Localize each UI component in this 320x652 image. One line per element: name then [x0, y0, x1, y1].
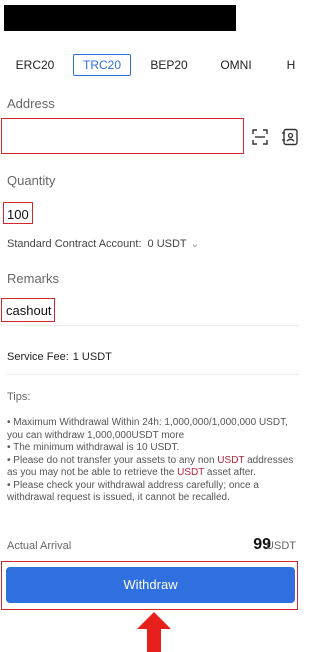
tips-list: • Maximum Withdrawal Within 24h: 1,000,0… [7, 417, 303, 505]
address-highlight [1, 118, 244, 154]
quantity-input[interactable]: 100 [7, 207, 29, 222]
tip-line: • Please check your withdrawal address c… [7, 479, 259, 504]
fee-label: Service Fee: [7, 351, 69, 363]
scan-icon[interactable] [251, 128, 269, 146]
address-input-redacted[interactable] [4, 5, 236, 31]
account-selector[interactable]: Standard Contract Account: 0 USDT ⌄ [7, 238, 199, 250]
tab-erc20[interactable]: ERC20 [12, 54, 58, 76]
tip-line: • Please do not transfer your assets to … [7, 455, 303, 480]
tip-text: asset after. [204, 467, 256, 478]
service-fee: Service Fee: 1 USDT [7, 351, 112, 363]
fee-value: 1 USDT [72, 351, 112, 363]
tip-line: • The minimum withdrawal is 10 USDT. [7, 442, 180, 453]
network-tabs: ERC20 TRC20 BEP20 OMNI H [0, 54, 306, 80]
withdraw-button[interactable]: Withdraw [6, 567, 295, 603]
tip-line: • Maximum Withdrawal Within 24h: 1,000,0… [7, 417, 288, 441]
tab-trc20[interactable]: TRC20 [73, 54, 131, 76]
tips-title: Tips: [7, 391, 31, 403]
tab-bep20[interactable]: BEP20 [145, 54, 193, 76]
quantity-label: Quantity [7, 173, 56, 188]
tip-highlight-text: USDT [177, 467, 205, 478]
address-label: Address [7, 96, 55, 111]
remarks-label: Remarks [7, 271, 60, 286]
chevron-down-icon: ⌄ [190, 239, 200, 250]
divider [7, 374, 299, 375]
arrival-label: Actual Arrival [7, 540, 72, 552]
tab-omni[interactable]: OMNI [214, 54, 258, 76]
tab-more[interactable]: H [284, 54, 298, 76]
red-arrow-up-icon [137, 612, 171, 652]
account-label: Standard Contract Account: [7, 238, 142, 250]
address-book-icon[interactable] [281, 128, 299, 146]
tip-highlight-text: USDT [217, 454, 245, 466]
tip-text: • Please do not transfer your assets to … [7, 454, 218, 466]
divider [7, 325, 299, 326]
remarks-input[interactable]: cashout [6, 303, 52, 318]
arrival-unit: USDT [266, 540, 296, 552]
account-value: 0 USDT [147, 238, 187, 250]
